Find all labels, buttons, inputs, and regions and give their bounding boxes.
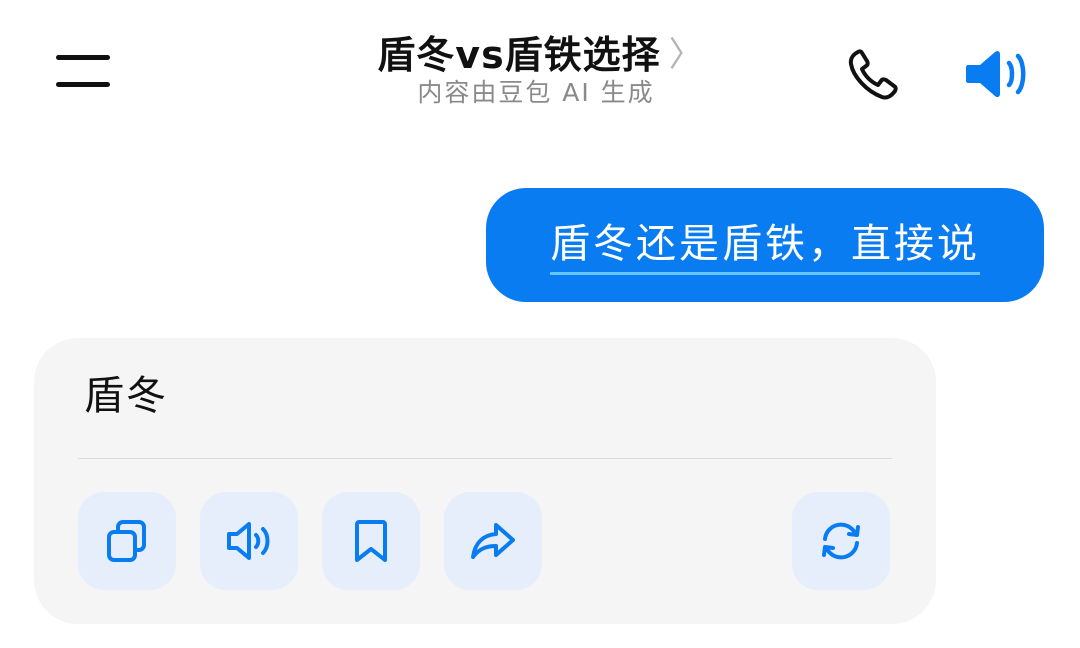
top-bar: 盾冬vs盾铁选择 〉 内容由豆包 AI 生成	[0, 0, 1080, 140]
chevron-right-icon: 〉	[668, 35, 703, 75]
ai-disclaimer: 内容由豆包 AI 生成	[417, 78, 655, 107]
ai-reply-text: 盾冬	[84, 373, 168, 419]
conversation-title[interactable]: 盾冬vs盾铁选择 〉 内容由豆包 AI 生成	[340, 30, 740, 108]
menu-button[interactable]	[50, 50, 116, 94]
phone-icon	[848, 49, 898, 100]
share-button[interactable]	[444, 492, 542, 590]
refresh-icon	[822, 522, 860, 560]
speaker-icon	[227, 522, 270, 560]
speaker-button[interactable]	[962, 44, 1034, 104]
bookmark-icon	[355, 520, 387, 562]
share-icon	[471, 523, 515, 559]
speaker-icon	[966, 50, 1026, 98]
user-message-text: 盾冬还是盾铁，直接说	[550, 216, 980, 275]
phone-call-button[interactable]	[844, 44, 904, 104]
page-title: 盾冬vs盾铁选择	[377, 33, 661, 77]
regenerate-button[interactable]	[792, 492, 890, 590]
menu-icon	[56, 55, 110, 60]
divider	[78, 458, 892, 459]
ai-reply-card: 盾冬	[34, 338, 936, 624]
read-aloud-button[interactable]	[200, 492, 298, 590]
bookmark-button[interactable]	[322, 492, 420, 590]
user-message-bubble[interactable]: 盾冬还是盾铁，直接说	[486, 188, 1044, 302]
copy-icon	[107, 520, 146, 562]
copy-button[interactable]	[78, 492, 176, 590]
